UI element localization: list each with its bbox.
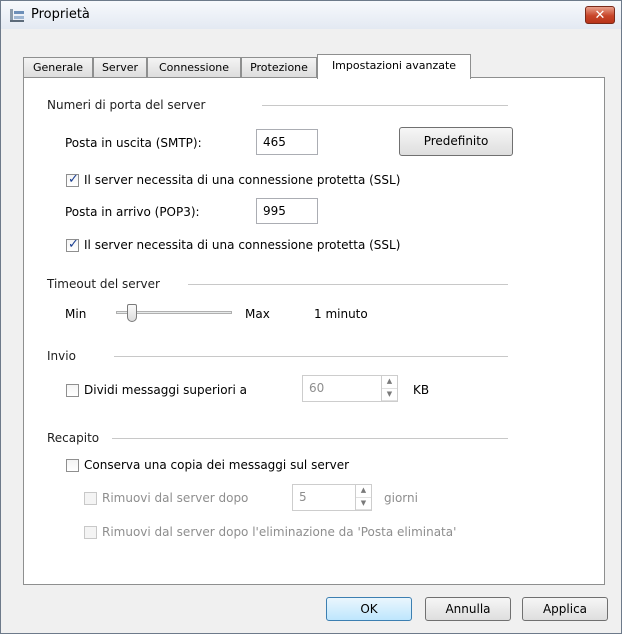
pop3-ssl-label: Il server necessita di una connessione p… bbox=[84, 238, 401, 252]
pop3-port-input[interactable]: 995 bbox=[256, 198, 318, 224]
split-messages-checkbox[interactable] bbox=[66, 384, 79, 397]
checkmark-icon: ✓ bbox=[68, 237, 79, 252]
pop3-ssl-checkbox[interactable]: ✓ bbox=[66, 237, 79, 252]
timeout-group-label: Timeout del server bbox=[47, 277, 160, 291]
tab-connessione[interactable]: Connessione bbox=[147, 57, 241, 78]
smtp-ssl-checkbox[interactable]: ✓ bbox=[66, 172, 79, 187]
apply-button[interactable]: Applica bbox=[522, 597, 608, 621]
close-button[interactable]: ✕ bbox=[585, 6, 615, 24]
tab-server[interactable]: Server bbox=[93, 57, 147, 78]
spin-down-icon[interactable]: ▼ bbox=[382, 389, 397, 401]
ports-group-label: Numeri di porta del server bbox=[47, 98, 206, 112]
split-size-unit: KB bbox=[413, 383, 430, 397]
send-group-label: Invio bbox=[47, 349, 76, 363]
advanced-settings-panel: Numeri di porta del server Posta in usci… bbox=[23, 77, 605, 585]
properties-dialog: Proprietà ✕ Generale Server Connessione … bbox=[0, 0, 622, 634]
keep-copy-label: Conserva una copia dei messaggi sul serv… bbox=[84, 458, 350, 472]
window-title: Proprietà bbox=[31, 7, 90, 22]
tab-protezione[interactable]: Protezione bbox=[241, 57, 317, 78]
split-size-value: 60 bbox=[309, 381, 325, 395]
remove-after-days-value: 5 bbox=[299, 490, 307, 504]
tab-generale[interactable]: Generale bbox=[23, 57, 93, 78]
pop3-port-label: Posta in arrivo (POP3): bbox=[65, 205, 200, 219]
tab-impostazioni-avanzate[interactable]: Impostazioni avanzate bbox=[317, 54, 471, 79]
title-bar: Proprietà ✕ bbox=[1, 1, 621, 29]
timeout-max-label: Max bbox=[245, 307, 270, 321]
keep-copy-checkbox[interactable] bbox=[66, 459, 79, 472]
split-size-spinner[interactable]: ▲ ▼ bbox=[381, 376, 397, 401]
timeout-group-divider bbox=[188, 284, 508, 285]
timeout-min-label: Min bbox=[65, 307, 87, 321]
remove-after-checkbox[interactable] bbox=[84, 492, 97, 505]
remove-deleted-label: Rimuovi dal server dopo l'eliminazione d… bbox=[102, 525, 457, 539]
send-group-divider bbox=[114, 356, 508, 357]
timeout-value: 1 minuto bbox=[314, 307, 368, 321]
smtp-port-input[interactable]: 465 bbox=[256, 129, 318, 155]
cancel-button[interactable]: Annulla bbox=[425, 597, 511, 621]
spin-down-icon[interactable]: ▼ bbox=[356, 498, 371, 510]
timeout-slider-thumb[interactable] bbox=[127, 304, 137, 322]
split-size-input[interactable]: 60 ▲ ▼ bbox=[302, 375, 398, 402]
ok-button[interactable]: OK bbox=[326, 597, 412, 621]
remove-after-days-unit: giorni bbox=[384, 491, 418, 505]
delivery-group-label: Recapito bbox=[47, 431, 100, 445]
close-icon: ✕ bbox=[594, 8, 606, 23]
smtp-port-label: Posta in uscita (SMTP): bbox=[65, 136, 202, 150]
account-properties-icon bbox=[10, 9, 24, 22]
remove-deleted-checkbox[interactable] bbox=[84, 526, 97, 539]
remove-after-days-input[interactable]: 5 ▲ ▼ bbox=[292, 484, 372, 511]
remove-after-label: Rimuovi dal server dopo bbox=[102, 491, 249, 505]
default-ports-button[interactable]: Predefinito bbox=[399, 127, 513, 156]
checkmark-icon: ✓ bbox=[68, 172, 79, 187]
spin-up-icon[interactable]: ▲ bbox=[382, 376, 397, 389]
remove-after-days-spinner[interactable]: ▲ ▼ bbox=[355, 485, 371, 510]
smtp-ssl-label: Il server necessita di una connessione p… bbox=[84, 173, 401, 187]
spin-up-icon[interactable]: ▲ bbox=[356, 485, 371, 498]
split-messages-label: Dividi messaggi superiori a bbox=[84, 383, 247, 397]
delivery-group-divider bbox=[112, 438, 508, 439]
ports-group-divider bbox=[262, 105, 508, 106]
